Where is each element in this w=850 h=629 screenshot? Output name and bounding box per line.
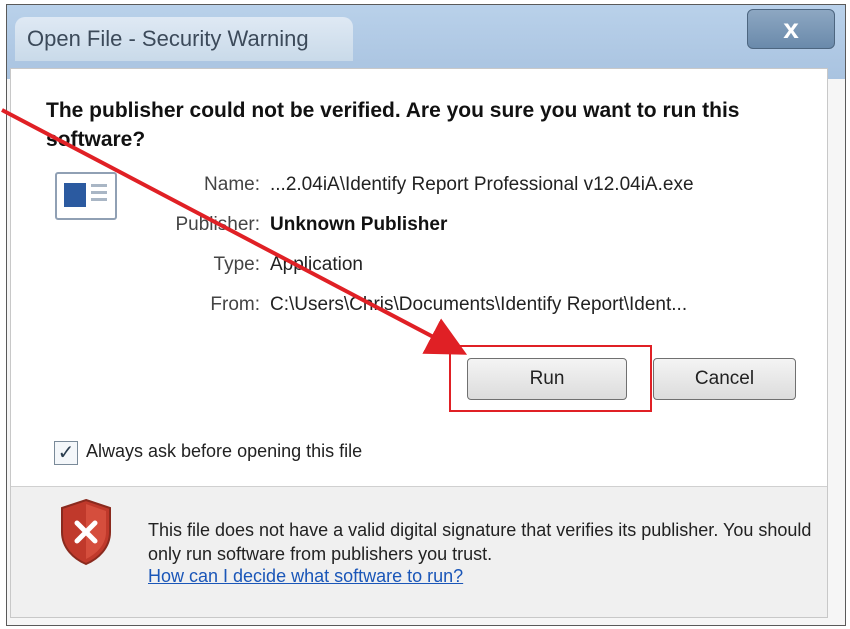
annotation-arrow bbox=[1, 108, 468, 355]
